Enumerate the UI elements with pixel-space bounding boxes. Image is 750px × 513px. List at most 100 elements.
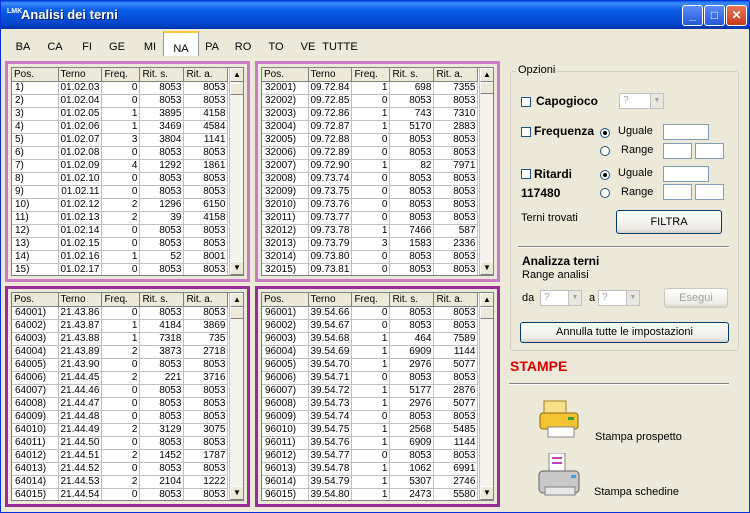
scroll-up-icon[interactable]: ▲: [480, 68, 493, 82]
table-row[interactable]: 96001) 39.54.66 0 8053 8053: [262, 306, 479, 320]
table-row[interactable]: 64004) 21.43.89 2 3873 2718: [12, 345, 229, 359]
scroll-up-icon[interactable]: ▲: [230, 293, 243, 307]
table-row[interactable]: 14) 01.02.16 1 52 8001: [12, 250, 229, 264]
table-row[interactable]: 32013) 09.73.79 3 1583 2336: [262, 237, 479, 251]
tab-ro[interactable]: RO: [232, 31, 254, 56]
column-header[interactable]: Rit. s.: [139, 293, 185, 307]
ritardi-uguale-radio[interactable]: [600, 170, 610, 180]
terni-grid-4[interactable]: Pos. Terno Freq. Rit. s. Rit. a. 96001) 39.54.…: [261, 292, 494, 501]
column-header[interactable]: Rit. s.: [389, 293, 435, 307]
title-bar[interactable]: LMK Analisi dei terni _ □ ✕: [1, 1, 749, 29]
scroll-thumb[interactable]: [480, 307, 493, 319]
column-header[interactable]: Freq.: [351, 68, 391, 82]
tab-mi[interactable]: MI: [139, 31, 161, 56]
scrollbar-2[interactable]: ▲ ▼: [479, 68, 493, 275]
table-row[interactable]: 32008) 09.73.74 0 8053 8053: [262, 172, 479, 186]
table-row[interactable]: 96010) 39.54.75 1 2568 5485: [262, 423, 479, 437]
ritardi-uguale-input[interactable]: [663, 166, 709, 182]
table-row[interactable]: 12) 01.02.14 0 8053 8053: [12, 224, 229, 238]
tab-na[interactable]: NA: [163, 31, 199, 56]
stampa-schedine-label[interactable]: Stampa schedine: [594, 486, 679, 498]
table-row[interactable]: 96007) 39.54.72 1 5177 2876: [262, 384, 479, 398]
table-row[interactable]: 32012) 09.73.78 1 7466 587: [262, 224, 479, 238]
tab-to[interactable]: TO: [265, 31, 287, 56]
table-row[interactable]: 64001) 21.43.86 0 8053 8053: [12, 306, 229, 320]
scrollbar-3[interactable]: ▲ ▼: [229, 293, 243, 500]
scroll-up-icon[interactable]: ▲: [480, 293, 493, 307]
column-header[interactable]: Terno: [58, 293, 103, 307]
table-row[interactable]: 32006) 09.72.89 0 8053 8053: [262, 146, 479, 160]
tab-tutte[interactable]: TUTTE: [322, 31, 358, 56]
scroll-down-icon[interactable]: ▼: [480, 486, 493, 500]
column-header[interactable]: Rit. a.: [183, 68, 229, 82]
tab-ca[interactable]: CA: [44, 31, 66, 56]
table-row[interactable]: 64013) 21.44.52 0 8053 8053: [12, 462, 229, 476]
table-row[interactable]: 96002) 39.54.67 0 8053 8053: [262, 319, 479, 333]
printer-schedine-icon[interactable]: [537, 453, 585, 503]
tab-ve[interactable]: VE: [297, 31, 319, 56]
column-header[interactable]: Freq.: [351, 293, 391, 307]
table-row[interactable]: 2) 01.02.04 0 8053 8053: [12, 94, 229, 108]
scroll-thumb[interactable]: [480, 82, 493, 94]
table-row[interactable]: 64015) 21.44.54 0 8053 8053: [12, 488, 229, 500]
table-row[interactable]: 64007) 21.44.46 0 8053 8053: [12, 384, 229, 398]
scroll-down-icon[interactable]: ▼: [480, 261, 493, 275]
table-row[interactable]: 1) 01.02.03 0 8053 8053: [12, 81, 229, 95]
close-button[interactable]: ✕: [726, 5, 747, 26]
scroll-down-icon[interactable]: ▼: [230, 261, 243, 275]
table-row[interactable]: 64006) 21.44.45 2 221 3716: [12, 371, 229, 385]
table-row[interactable]: 64008) 21.44.47 0 8053 8053: [12, 397, 229, 411]
ritardi-range-radio[interactable]: [600, 188, 610, 198]
table-row[interactable]: 32015) 09.73.81 0 8053 8053: [262, 263, 479, 275]
column-header[interactable]: Pos.: [12, 293, 59, 307]
frequenza-range-radio[interactable]: [600, 146, 610, 156]
column-header[interactable]: Freq.: [101, 293, 141, 307]
table-row[interactable]: 64014) 21.44.53 2 2104 1222: [12, 475, 229, 489]
table-row[interactable]: 6) 01.02.08 0 8053 8053: [12, 146, 229, 160]
printer-icon[interactable]: [538, 399, 582, 439]
table-row[interactable]: 32014) 09.73.80 0 8053 8053: [262, 250, 479, 264]
table-row[interactable]: 96009) 39.54.74 0 8053 8053: [262, 410, 479, 424]
table-row[interactable]: 32004) 09.72.87 1 5170 2883: [262, 120, 479, 134]
tab-pa[interactable]: PA: [201, 31, 223, 56]
table-row[interactable]: 32010) 09.73.76 0 8053 8053: [262, 198, 479, 212]
table-row[interactable]: 3) 01.02.05 1 3895 4158: [12, 107, 229, 121]
table-row[interactable]: 96014) 39.54.79 1 5307 2746: [262, 475, 479, 489]
table-row[interactable]: 96005) 39.54.70 1 2976 5077: [262, 358, 479, 372]
frequenza-checkbox[interactable]: [521, 127, 531, 137]
tab-ge[interactable]: GE: [106, 31, 128, 56]
table-row[interactable]: 10) 01.02.12 2 1296 6150: [12, 198, 229, 212]
table-row[interactable]: 96008) 39.54.73 1 2976 5077: [262, 397, 479, 411]
scroll-down-icon[interactable]: ▼: [230, 486, 243, 500]
table-row[interactable]: 96015) 39.54.80 1 2473 5580: [262, 488, 479, 500]
table-row[interactable]: 64012) 21.44.51 2 1452 1787: [12, 449, 229, 463]
table-row[interactable]: 64011) 21.44.50 0 8053 8053: [12, 436, 229, 450]
scroll-thumb[interactable]: [230, 83, 243, 95]
table-row[interactable]: 96003) 39.54.68 1 464 7589: [262, 332, 479, 346]
table-row[interactable]: 64003) 21.43.88 1 7318 735: [12, 332, 229, 346]
scrollbar-4[interactable]: ▲ ▼: [479, 293, 493, 500]
table-row[interactable]: 5) 01.02.07 3 3804 1141: [12, 133, 229, 147]
annulla-button[interactable]: Annulla tutte le impostazioni: [520, 322, 729, 343]
table-row[interactable]: 32003) 09.72.86 1 743 7310: [262, 107, 479, 121]
table-row[interactable]: 4) 01.02.06 1 3469 4584: [12, 120, 229, 134]
column-header[interactable]: Rit. a.: [183, 293, 229, 307]
esegui-button[interactable]: Esegui: [664, 288, 728, 308]
table-row[interactable]: 9) 01.02.11 0 8053 8053: [12, 185, 229, 199]
scroll-thumb[interactable]: [230, 307, 243, 319]
table-row[interactable]: 7) 01.02.09 4 1292 1861: [12, 159, 229, 173]
column-header[interactable]: Rit. s.: [389, 68, 435, 82]
tab-ba[interactable]: BA: [12, 31, 34, 56]
table-row[interactable]: 32011) 09.73.77 0 8053 8053: [262, 211, 479, 225]
tab-fi[interactable]: FI: [76, 31, 98, 56]
a-select[interactable]: ? ▼: [598, 290, 640, 306]
ritardi-range-from-input[interactable]: [663, 184, 692, 200]
column-header[interactable]: Pos.: [262, 293, 309, 307]
frequenza-range-from-input[interactable]: [663, 143, 692, 159]
capogioco-select[interactable]: ? ▼: [619, 93, 664, 109]
table-row[interactable]: 96012) 39.54.77 0 8053 8053: [262, 449, 479, 463]
column-header[interactable]: Rit. s.: [139, 68, 185, 82]
terni-grid-1[interactable]: Pos. Terno Freq. Rit. s. Rit. a. 1) 01.02.03 0 8…: [11, 67, 244, 276]
column-header[interactable]: Rit. a.: [433, 68, 479, 82]
table-row[interactable]: 96006) 39.54.71 0 8053 8053: [262, 371, 479, 385]
